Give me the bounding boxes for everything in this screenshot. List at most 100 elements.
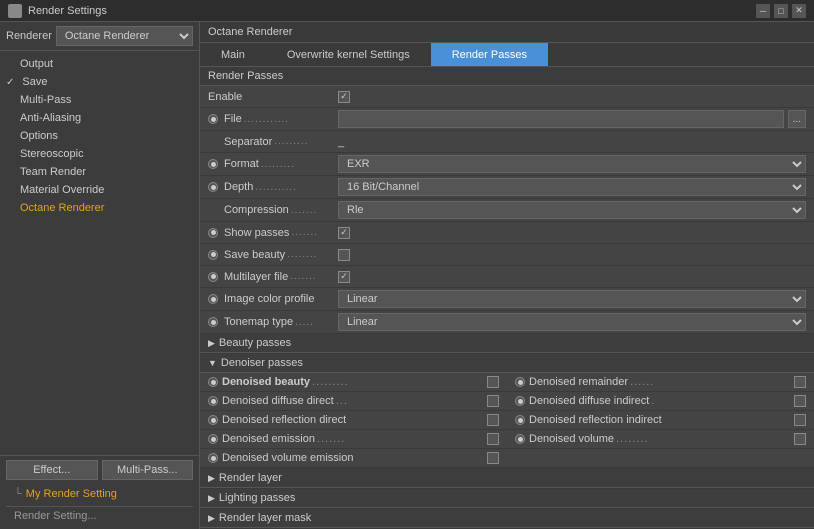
- sidebar: Renderer Octane Renderer Output ✓ Save M…: [0, 22, 200, 529]
- denoiser-reflection-indirect-radio[interactable]: [515, 415, 525, 425]
- show-passes-value: [338, 227, 806, 239]
- sidebar-item-multi-pass[interactable]: Multi-Pass: [0, 91, 199, 109]
- tonemap-select[interactable]: Linear Gamma: [338, 313, 806, 331]
- sidebar-item-output[interactable]: Output: [0, 55, 199, 73]
- effect-button[interactable]: Effect...: [6, 460, 98, 480]
- denoiser-volume-radio[interactable]: [515, 434, 525, 444]
- file-input[interactable]: [338, 110, 784, 128]
- maximize-button[interactable]: □: [774, 4, 788, 18]
- denoiser-beauty-checkbox[interactable]: [487, 376, 499, 388]
- renderer-select[interactable]: Octane Renderer: [56, 26, 193, 46]
- render-setting-label: Render Setting...: [6, 506, 193, 525]
- image-color-profile-radio[interactable]: [208, 294, 218, 304]
- denoiser-volume-emission-radio[interactable]: [208, 453, 218, 463]
- enable-checkbox[interactable]: [338, 91, 350, 103]
- tonemap-label: Tonemap type .....: [208, 316, 338, 328]
- show-passes-radio[interactable]: [208, 228, 218, 238]
- tab-main[interactable]: Main: [200, 43, 266, 66]
- sidebar-item-team-render[interactable]: Team Render: [0, 163, 199, 181]
- image-color-profile-label: Image color profile: [208, 293, 338, 305]
- check-icon: ✓: [6, 77, 14, 88]
- content-body: Render Passes Enable File ............: [200, 67, 814, 529]
- depth-select[interactable]: 8 Bit/Channel 16 Bit/Channel 32 Bit/Chan…: [338, 178, 806, 196]
- denoiser-reflection-indirect-checkbox[interactable]: [794, 414, 806, 426]
- sidebar-item-label: Anti-Aliasing: [20, 112, 81, 124]
- render-passes-section-title: Render Passes: [200, 67, 814, 86]
- lighting-passes-header[interactable]: ▶ Lighting passes: [200, 489, 814, 508]
- beauty-passes-header[interactable]: ▶ Beauty passes: [200, 334, 814, 353]
- multi-pass-button[interactable]: Multi-Pass...: [102, 460, 194, 480]
- denoiser-passes-section: ▼ Denoiser passes Denoised beauty ......…: [200, 354, 814, 469]
- denoiser-beauty-radio[interactable]: [208, 377, 218, 387]
- lighting-passes-arrow-icon: ▶: [208, 493, 215, 504]
- render-layer-mask-arrow-icon: ▶: [208, 513, 215, 524]
- format-select[interactable]: EXR PNG JPEG TIFF: [338, 155, 806, 173]
- tonemap-radio[interactable]: [208, 317, 218, 327]
- denoiser-remainder-checkbox[interactable]: [794, 376, 806, 388]
- sidebar-item-label: Team Render: [20, 166, 86, 178]
- denoiser-grid: Denoised beauty ......... Denoised remai…: [200, 373, 814, 468]
- field-enable: Enable: [200, 86, 814, 108]
- denoiser-passes-header[interactable]: ▼ Denoiser passes: [200, 354, 814, 373]
- save-beauty-label: Save beauty ........: [208, 249, 338, 261]
- denoiser-diffuse-direct-radio[interactable]: [208, 396, 218, 406]
- render-layer-header[interactable]: ▶ Render layer: [200, 469, 814, 488]
- multilayer-checkbox[interactable]: [338, 271, 350, 283]
- compression-select[interactable]: None Rle Zip: [338, 201, 806, 219]
- sidebar-item-label: Output: [20, 58, 53, 70]
- denoiser-reflection-indirect-label: Denoised reflection indirect: [529, 414, 662, 426]
- denoiser-diffuse-indirect-checkbox[interactable]: [794, 395, 806, 407]
- multilayer-radio[interactable]: [208, 272, 218, 282]
- denoiser-diffuse-indirect-radio[interactable]: [515, 396, 525, 406]
- denoiser-emission-checkbox[interactable]: [487, 433, 499, 445]
- denoiser-volume-emission-label: Denoised volume emission: [222, 452, 353, 464]
- file-label: File ............: [208, 113, 338, 125]
- separator-label: Separator .........: [208, 136, 338, 148]
- compression-label: Compression .......: [208, 204, 338, 216]
- denoiser-emission-radio[interactable]: [208, 434, 218, 444]
- format-value: EXR PNG JPEG TIFF: [338, 155, 806, 173]
- render-layer-mask-section: ▶ Render layer mask: [200, 509, 814, 529]
- denoiser-passes-label: Denoiser passes: [221, 357, 303, 369]
- save-beauty-radio[interactable]: [208, 250, 218, 260]
- sidebar-item-material-override[interactable]: Material Override: [0, 181, 199, 199]
- denoiser-volume-checkbox[interactable]: [794, 433, 806, 445]
- denoiser-remainder-label: Denoised remainder: [529, 376, 628, 388]
- tab-render-passes[interactable]: Render Passes: [431, 43, 548, 66]
- render-layer-mask-header[interactable]: ▶ Render layer mask: [200, 509, 814, 528]
- field-save-beauty: Save beauty ........: [200, 244, 814, 266]
- preset-item[interactable]: └ My Render Setting: [6, 486, 193, 502]
- denoiser-reflection-direct-checkbox[interactable]: [487, 414, 499, 426]
- denoiser-diffuse-direct-label: Denoised diffuse direct: [222, 395, 334, 407]
- file-radio[interactable]: [208, 114, 218, 124]
- file-browse-button[interactable]: ...: [788, 110, 806, 128]
- multilayer-label: Multilayer file .......: [208, 271, 338, 283]
- denoiser-volume-emission-checkbox[interactable]: [487, 452, 499, 464]
- format-radio[interactable]: [208, 159, 218, 169]
- field-compression: Compression ....... None Rle Zip: [200, 199, 814, 222]
- show-passes-checkbox[interactable]: [338, 227, 350, 239]
- denoiser-emission-label: Denoised emission: [222, 433, 315, 445]
- denoiser-item-remainder: Denoised remainder ......: [507, 373, 814, 392]
- sidebar-item-octane-renderer[interactable]: Octane Renderer: [0, 199, 199, 217]
- denoiser-diffuse-indirect-label: Denoised diffuse indirect: [529, 395, 649, 407]
- sidebar-item-options[interactable]: Options: [0, 127, 199, 145]
- denoiser-remainder-radio[interactable]: [515, 377, 525, 387]
- denoiser-item-volume-emission: Denoised volume emission: [200, 449, 507, 468]
- sidebar-item-save[interactable]: ✓ Save: [0, 73, 199, 91]
- separator-text: _: [338, 136, 344, 148]
- lighting-passes-section: ▶ Lighting passes: [200, 489, 814, 509]
- denoiser-item-diffuse-direct: Denoised diffuse direct ...: [200, 392, 507, 411]
- sidebar-item-anti-aliasing[interactable]: Anti-Aliasing: [0, 109, 199, 127]
- denoiser-reflection-direct-radio[interactable]: [208, 415, 218, 425]
- save-beauty-checkbox[interactable]: [338, 249, 350, 261]
- minimize-button[interactable]: ─: [756, 4, 770, 18]
- window-title: Render Settings: [28, 5, 107, 17]
- close-button[interactable]: ✕: [792, 4, 806, 18]
- tab-overwrite[interactable]: Overwrite kernel Settings: [266, 43, 431, 66]
- render-layer-mask-label: Render layer mask: [219, 512, 311, 524]
- depth-radio[interactable]: [208, 182, 218, 192]
- denoiser-diffuse-direct-checkbox[interactable]: [487, 395, 499, 407]
- sidebar-item-stereoscopic[interactable]: Stereoscopic: [0, 145, 199, 163]
- image-color-profile-select[interactable]: Linear sRGB: [338, 290, 806, 308]
